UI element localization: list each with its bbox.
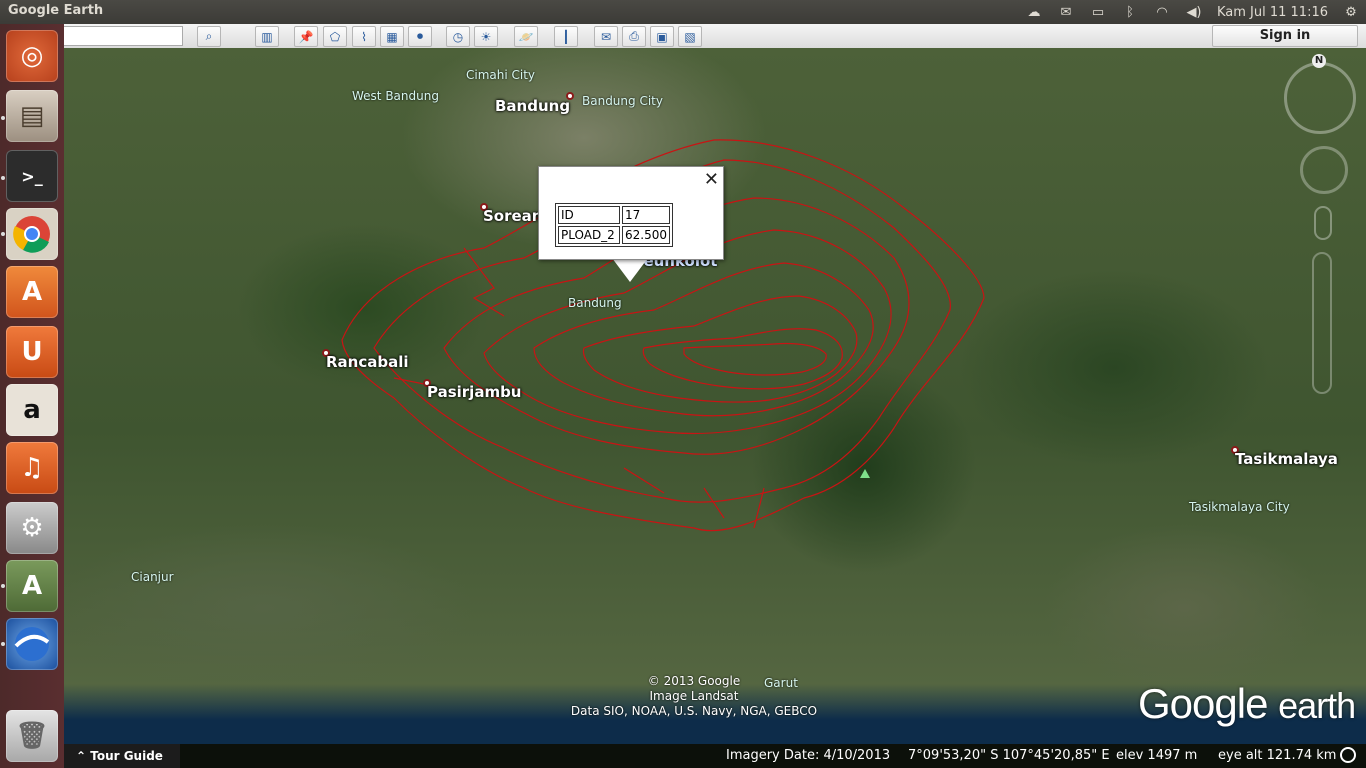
place-label[interactable]: Pasirjambu xyxy=(427,383,522,401)
attr-value: 17 xyxy=(622,206,670,224)
attribution-line: Image Landsat xyxy=(649,689,739,703)
city-label: West Bandung xyxy=(352,89,439,103)
path-icon[interactable]: ⌇ xyxy=(352,26,376,47)
unity-launcher: ◎ ▤ >_ A U a ♫ ⚙ A 🗑 xyxy=(0,24,65,768)
software-center-icon[interactable]: A xyxy=(6,266,58,318)
update-manager-icon[interactable]: A xyxy=(6,560,58,612)
place-label[interactable]: Bandung xyxy=(495,97,570,115)
place-label[interactable]: Rancabali xyxy=(326,353,409,371)
placemark-icon[interactable]: 📌 xyxy=(294,26,318,47)
city-label: Bandung City xyxy=(582,94,663,108)
chrome-icon[interactable] xyxy=(6,208,58,260)
table-row: PLOAD_2 62.500 xyxy=(558,226,670,244)
ruler-icon[interactable]: ┃ xyxy=(554,26,578,47)
planets-icon[interactable]: 🪐 xyxy=(514,26,538,47)
earth-map-view[interactable]: Cimahi City Bandung City West Bandung Ba… xyxy=(64,48,1366,744)
attr-key: ID xyxy=(558,206,620,224)
eye-altitude: eye alt 121.74 km xyxy=(1218,748,1337,763)
search-input[interactable] xyxy=(64,26,183,46)
attribute-table: ID 17 PLOAD_2 62.500 xyxy=(555,203,673,247)
coordinates: 7°09'53,20" S 107°45'20,85" E xyxy=(908,748,1110,763)
attr-value: 62.500 xyxy=(622,226,670,244)
attribution-line: Data SIO, NOAA, U.S. Navy, NGA, GEBCO xyxy=(570,704,818,718)
look-joystick[interactable] xyxy=(1300,146,1348,194)
north-indicator[interactable]: N xyxy=(1312,54,1326,68)
city-label: Bandung xyxy=(568,296,622,310)
mail-icon[interactable]: ✉ xyxy=(1057,5,1075,20)
save-image-icon[interactable]: ▣ xyxy=(650,26,674,47)
city-label: Tasikmalaya City xyxy=(1189,500,1290,514)
google-earth-icon[interactable] xyxy=(6,618,58,670)
files-icon[interactable]: ▤ xyxy=(6,90,58,142)
zoom-slider[interactable] xyxy=(1312,252,1332,394)
contour-overlay xyxy=(341,139,985,532)
balloon-tail xyxy=(612,258,648,282)
wifi-icon[interactable]: ◠ xyxy=(1153,5,1171,20)
maps-icon[interactable]: ▧ xyxy=(678,26,702,47)
terminal-icon[interactable]: >_ xyxy=(6,150,58,202)
battery-icon[interactable]: ▭ xyxy=(1089,5,1107,20)
info-balloon: ✕ ID 17 PLOAD_2 62.500 xyxy=(538,166,724,260)
volcano-marker[interactable] xyxy=(860,469,870,478)
elevation: elev 1497 m xyxy=(1116,748,1198,763)
volume-icon[interactable]: ◀) xyxy=(1185,5,1203,20)
place-label[interactable]: Sorean xyxy=(483,207,542,225)
table-row: ID 17 xyxy=(558,206,670,224)
imagery-date: Imagery Date: 4/10/2013 xyxy=(726,748,891,763)
attribution: © 2013 Google Image Landsat Data SIO, NO… xyxy=(544,674,844,719)
ubuntu-one-icon[interactable]: U xyxy=(6,326,58,378)
sun-icon[interactable]: ☀ xyxy=(474,26,498,47)
history-icon[interactable]: ◷ xyxy=(446,26,470,47)
city-label: Cianjur xyxy=(131,570,174,584)
email-icon[interactable]: ✉ xyxy=(594,26,618,47)
amazon-icon[interactable]: a xyxy=(6,384,58,436)
cloud-icon[interactable]: ☁ xyxy=(1025,5,1043,20)
power-gear-icon[interactable]: ⚙ xyxy=(1342,5,1360,20)
clock[interactable]: Kam Jul 11 11:16 xyxy=(1217,5,1328,20)
toolbar: ⌕ ▥ 📌 ⬠ ⌇ ▦ ⏺ ◷ ☀ 🪐 ┃ ✉ ⎙ ▣ ▧ Sign in xyxy=(64,24,1366,49)
city-label: Cimahi City xyxy=(466,68,536,82)
search-icon[interactable]: ⌕ xyxy=(197,26,221,47)
bluetooth-icon[interactable]: ᛒ xyxy=(1121,5,1139,20)
trash-icon[interactable]: 🗑 xyxy=(6,710,58,762)
system-tray: ☁ ✉ ▭ ᛒ ◠ ◀) Kam Jul 11 11:16 ⚙ xyxy=(1025,0,1360,24)
google-earth-logo: Google earth xyxy=(1138,680,1356,727)
overlay-icon[interactable]: ▦ xyxy=(380,26,404,47)
app-title: Google Earth xyxy=(8,3,104,18)
sign-in-button[interactable]: Sign in xyxy=(1212,25,1358,47)
attr-key: PLOAD_2 xyxy=(558,226,620,244)
tour-icon[interactable]: ⏺ xyxy=(408,26,432,47)
print-icon[interactable]: ⎙ xyxy=(622,26,646,47)
streaming-icon xyxy=(1340,747,1356,763)
sidebar-icon[interactable]: ▥ xyxy=(255,26,279,47)
status-bar: ⌃ Tour Guide Imagery Date: 4/10/2013 7°0… xyxy=(64,744,1366,768)
close-icon[interactable]: ✕ xyxy=(704,169,719,190)
ubuntu-one-music-icon[interactable]: ♫ xyxy=(6,442,58,494)
system-settings-icon[interactable]: ⚙ xyxy=(6,502,58,554)
place-label[interactable]: Tasikmalaya xyxy=(1235,450,1338,468)
compass-ring[interactable] xyxy=(1284,62,1356,134)
attribution-line: © 2013 Google xyxy=(647,674,741,688)
street-view-pegman-icon[interactable] xyxy=(1314,206,1332,240)
tour-guide-button[interactable]: ⌃ Tour Guide xyxy=(64,744,180,768)
top-panel: Google Earth ☁ ✉ ▭ ᛒ ◠ ◀) Kam Jul 11 11:… xyxy=(0,0,1366,24)
polygon-icon[interactable]: ⬠ xyxy=(323,26,347,47)
dash-home-icon[interactable]: ◎ xyxy=(6,30,58,82)
